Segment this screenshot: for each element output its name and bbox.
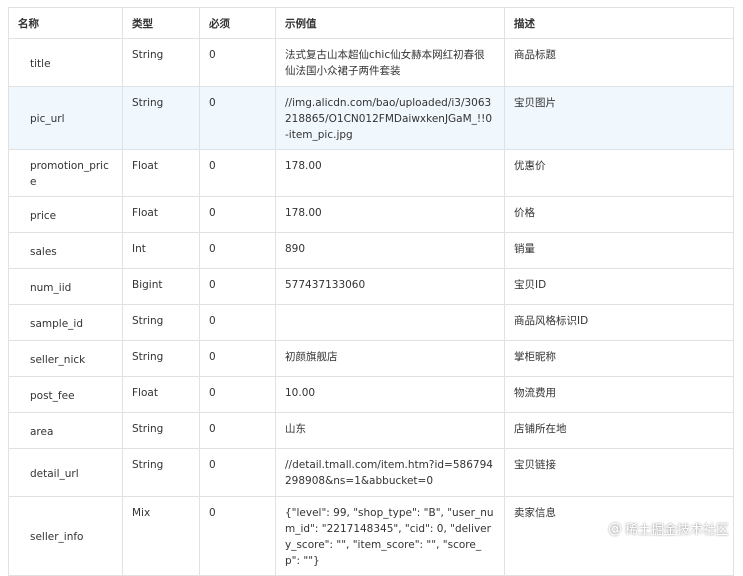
cell-description: 掌柜昵称 (504, 340, 734, 377)
table-row: promotion_price Float 0 178.00 优惠价 (8, 149, 734, 197)
cell-type: Float (122, 149, 200, 197)
cell-name: seller_info (8, 496, 123, 576)
cell-description: 宝贝图片 (504, 86, 734, 150)
table-row: pic_url String 0 //img.alicdn.com/bao/up… (8, 86, 734, 150)
cell-example: 890 (275, 232, 505, 269)
cell-description: 商品标题 (504, 38, 734, 87)
at-sign-icon: @ (607, 520, 622, 537)
cell-name: seller_nick (8, 340, 123, 377)
cell-type: String (122, 38, 200, 87)
cell-type: String (122, 304, 200, 341)
cell-type: Bigint (122, 268, 200, 305)
watermark: @ 稀土掘金技术社区 (607, 519, 729, 539)
cell-name: detail_url (8, 448, 123, 497)
cell-required: 0 (199, 86, 276, 150)
cell-required: 0 (199, 38, 276, 87)
table-row: area String 0 山东 店铺所在地 (8, 412, 734, 449)
cell-example: //detail.tmall.com/item.htm?id=586794298… (275, 448, 505, 497)
table-body: title String 0 法式复古山本超仙chic仙女赫本网红初春很仙法国小… (8, 38, 734, 576)
cell-example (275, 304, 505, 341)
table-header: 名称 类型 必须 示例值 描述 (8, 7, 734, 39)
cell-description: 物流费用 (504, 376, 734, 413)
cell-example: 法式复古山本超仙chic仙女赫本网红初春很仙法国小众裙子两件套装 (275, 38, 505, 87)
cell-description: 销量 (504, 232, 734, 269)
table-row: sales Int 0 890 销量 (8, 232, 734, 269)
table-row: seller_nick String 0 初颜旗舰店 掌柜昵称 (8, 340, 734, 377)
cell-example: //img.alicdn.com/bao/uploaded/i3/3063218… (275, 86, 505, 150)
header-required: 必须 (199, 7, 276, 39)
header-type: 类型 (122, 7, 200, 39)
table-row: price Float 0 178.00 价格 (8, 196, 734, 233)
table-row: post_fee Float 0 10.00 物流费用 (8, 376, 734, 413)
api-parameter-table: 名称 类型 必须 示例值 描述 title String 0 法式复古山本超仙c… (8, 7, 734, 576)
cell-required: 0 (199, 196, 276, 233)
cell-required: 0 (199, 376, 276, 413)
cell-required: 0 (199, 496, 276, 576)
cell-type: Float (122, 376, 200, 413)
table-row: num_iid Bigint 0 577437133060 宝贝ID (8, 268, 734, 305)
cell-name: pic_url (8, 86, 123, 150)
cell-required: 0 (199, 412, 276, 449)
cell-example: 577437133060 (275, 268, 505, 305)
cell-description: 优惠价 (504, 149, 734, 197)
cell-name: title (8, 38, 123, 87)
cell-example: 10.00 (275, 376, 505, 413)
cell-example: {"level": 99, "shop_type": "B", "user_nu… (275, 496, 505, 576)
cell-description: 商品风格标识ID (504, 304, 734, 341)
cell-description: 宝贝ID (504, 268, 734, 305)
cell-required: 0 (199, 304, 276, 341)
table-row: title String 0 法式复古山本超仙chic仙女赫本网红初春很仙法国小… (8, 38, 734, 87)
header-name: 名称 (8, 7, 123, 39)
header-description: 描述 (504, 7, 734, 39)
cell-example: 178.00 (275, 149, 505, 197)
cell-type: String (122, 340, 200, 377)
header-row: 名称 类型 必须 示例值 描述 (8, 7, 734, 39)
cell-required: 0 (199, 340, 276, 377)
cell-required: 0 (199, 232, 276, 269)
cell-description: 宝贝链接 (504, 448, 734, 497)
cell-description: 店铺所在地 (504, 412, 734, 449)
cell-name: post_fee (8, 376, 123, 413)
cell-required: 0 (199, 448, 276, 497)
cell-name: promotion_price (8, 149, 123, 197)
cell-description: 价格 (504, 196, 734, 233)
cell-name: sales (8, 232, 123, 269)
cell-example: 山东 (275, 412, 505, 449)
cell-name: sample_id (8, 304, 123, 341)
cell-type: Mix (122, 496, 200, 576)
cell-type: String (122, 448, 200, 497)
watermark-text: 稀土掘金技术社区 (624, 523, 729, 538)
cell-example: 初颜旗舰店 (275, 340, 505, 377)
cell-name: num_iid (8, 268, 123, 305)
cell-type: String (122, 412, 200, 449)
cell-example: 178.00 (275, 196, 505, 233)
cell-name: area (8, 412, 123, 449)
table-row: detail_url String 0 //detail.tmall.com/i… (8, 448, 734, 497)
cell-name: price (8, 196, 123, 233)
cell-type: String (122, 86, 200, 150)
cell-type: Int (122, 232, 200, 269)
header-example: 示例值 (275, 7, 505, 39)
cell-required: 0 (199, 268, 276, 305)
table-row: sample_id String 0 商品风格标识ID (8, 304, 734, 341)
cell-type: Float (122, 196, 200, 233)
cell-required: 0 (199, 149, 276, 197)
